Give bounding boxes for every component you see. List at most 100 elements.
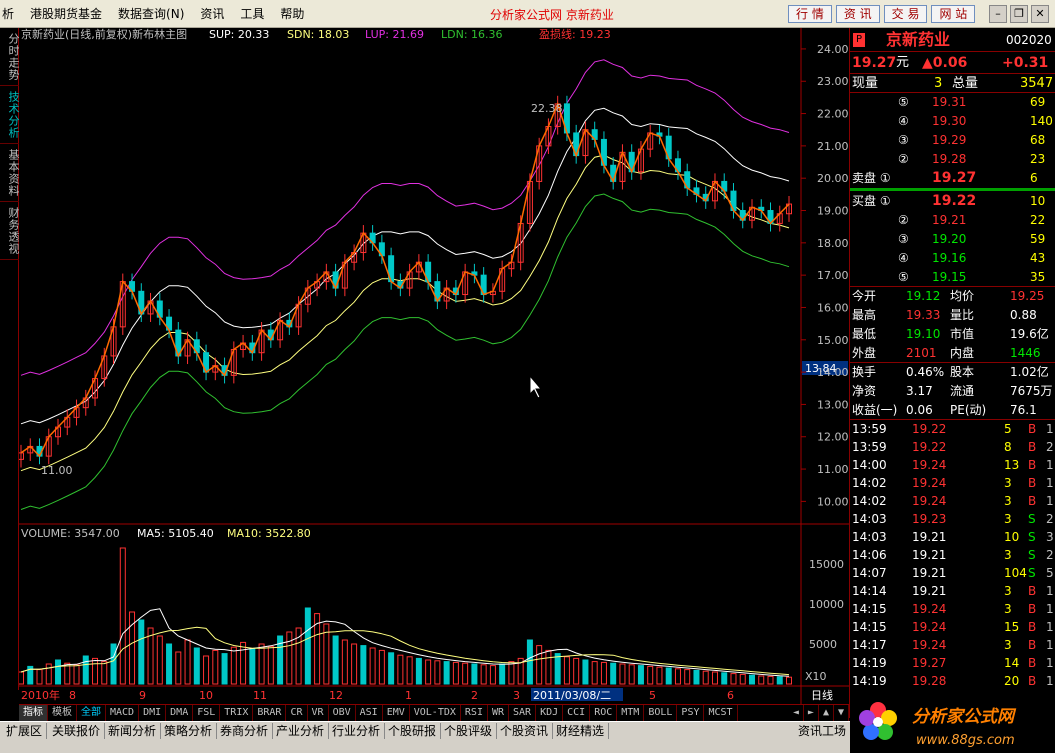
- price-row: 19.27 元 ▲0.06 +0.31: [850, 52, 1055, 74]
- tick-count: 1: [1046, 584, 1054, 598]
- indicator-tab-指标[interactable]: 指标: [19, 705, 48, 721]
- indicator-tab-wr[interactable]: WR: [488, 705, 510, 721]
- sell-volume: 69: [1030, 95, 1046, 109]
- tick-row: 14:19 19.27 14 B 1: [850, 654, 1055, 672]
- status-tab-8[interactable]: 个股评级: [440, 723, 498, 739]
- minimize-icon[interactable]: –: [989, 5, 1007, 23]
- right-arrow-icon[interactable]: ►: [804, 705, 819, 721]
- menu-item-hk-futures[interactable]: 港股期货基金: [22, 5, 110, 22]
- indicator-tab-boll[interactable]: BOLL: [644, 705, 678, 721]
- indicator-tab-kdj[interactable]: KDJ: [536, 705, 564, 721]
- menu-item-data-query[interactable]: 数据查询(N): [110, 5, 192, 22]
- indicator-tab-sar[interactable]: SAR: [509, 705, 537, 721]
- zoom-in-icon[interactable]: ▲: [819, 705, 834, 721]
- stat-label: 最高: [852, 308, 877, 322]
- stoploss-label: 盈损线: 19.23: [539, 28, 611, 41]
- tab-financials[interactable]: 财务透视: [0, 202, 20, 260]
- buy-price: 19.15: [932, 270, 967, 284]
- indicator-tab-mcst[interactable]: MCST: [704, 705, 738, 721]
- indicator-tab-trix[interactable]: TRIX: [220, 705, 254, 721]
- tick-count: 1: [1046, 476, 1054, 490]
- indicator-tab-psy[interactable]: PSY: [677, 705, 705, 721]
- indicator-tab-obv[interactable]: OBV: [329, 705, 356, 721]
- date-tick-label: 8: [69, 689, 76, 702]
- tick-count: 1: [1046, 674, 1054, 688]
- trade-button[interactable]: 交 易: [883, 5, 928, 23]
- tick-side: B: [1028, 584, 1037, 598]
- status-tab-0[interactable]: 扩展区: [2, 723, 48, 739]
- website-button[interactable]: 网 站: [931, 5, 976, 23]
- tick-side: B: [1028, 476, 1037, 490]
- tick-row: 14:17 19.24 3 B 1: [850, 636, 1055, 654]
- menu-item-tools[interactable]: 工具: [232, 5, 272, 22]
- indicator-bar: 指标 模板 全部 MACD DMI DMA FSL TRIX BRAR CR VR OBV ASI EMV…: [19, 704, 849, 721]
- status-tab-6[interactable]: 行业分析: [328, 723, 386, 739]
- indicator-tab-mtm[interactable]: MTM: [617, 705, 645, 721]
- tick-count: 2: [1046, 512, 1054, 526]
- status-tab-11[interactable]: 资讯工场: [794, 723, 852, 739]
- left-arrow-icon[interactable]: ◄: [789, 705, 804, 721]
- status-tab-10[interactable]: 财经精选: [552, 723, 610, 739]
- status-tab-3[interactable]: 策略分析: [160, 723, 218, 739]
- indicator-tab-emv[interactable]: EMV: [383, 705, 410, 721]
- buy-volume: 22: [1030, 213, 1046, 227]
- quote-button[interactable]: 行 情: [788, 5, 832, 23]
- tick-side: B: [1028, 494, 1037, 508]
- stats-box: 今开 19.12 均价 19.25 最高 19.33 量比 0.88 最低 19.10 市值 19.6…: [850, 287, 1055, 420]
- indicator-tab-模板[interactable]: 模板: [48, 705, 77, 721]
- tick-count: 1: [1046, 602, 1054, 616]
- indicator-tab-fsl[interactable]: FSL: [193, 705, 221, 721]
- indicator-tab-vol-tdx[interactable]: VOL-TDX: [410, 705, 461, 721]
- indicator-tab-cr[interactable]: CR: [286, 705, 308, 721]
- indicator-tab-全部[interactable]: 全部: [77, 705, 106, 721]
- indicator-tab-cci[interactable]: CCI: [563, 705, 591, 721]
- period-label[interactable]: 日线: [811, 688, 833, 702]
- indicator-tab-dmi[interactable]: DMI: [139, 705, 167, 721]
- stock-name-row: P 京新药业 002020: [850, 28, 1055, 52]
- indicator-tab-vr[interactable]: VR: [308, 705, 329, 721]
- buy-price: 19.16: [932, 251, 967, 265]
- zoom-out-icon[interactable]: ▼: [834, 705, 849, 721]
- volume-bar: [637, 665, 644, 685]
- tick-price: 19.22: [912, 422, 947, 436]
- tick-price: 19.28: [912, 674, 947, 688]
- status-tab-7[interactable]: 个股研报: [384, 723, 442, 739]
- indicator-tab-asi[interactable]: ASI: [356, 705, 383, 721]
- tick-row: 14:06 19.21 3 S 2: [850, 546, 1055, 564]
- stat-value: 19.6亿: [1010, 327, 1049, 341]
- sell-row: ④ 19.30 140: [850, 112, 1055, 131]
- close-icon[interactable]: ✕: [1031, 5, 1049, 23]
- status-tab-1[interactable]: 关联报价: [48, 723, 106, 739]
- restore-icon[interactable]: ❐: [1010, 5, 1028, 23]
- menu-item-help[interactable]: 帮助: [272, 5, 312, 22]
- indicator-tab-dma[interactable]: DMA: [166, 705, 194, 721]
- status-tab-2[interactable]: 新闻分析: [104, 723, 162, 739]
- tick-list[interactable]: 13:59 19.22 5 B 1 13:59 19.22 8 B 2 14:00 19.24 13 B 1…: [850, 420, 1055, 690]
- volume-bar: [221, 653, 228, 685]
- tab-timeshare[interactable]: 分时走势: [0, 28, 20, 86]
- price-change-pct: +0.31: [1002, 55, 1049, 71]
- tab-technical[interactable]: 技术分析: [0, 86, 20, 144]
- stat-label: 今开: [852, 289, 877, 303]
- indicator-tab-rsi[interactable]: RSI: [461, 705, 488, 721]
- tick-time: 13:59: [852, 440, 887, 454]
- tick-time: 14:02: [852, 494, 887, 508]
- volume-bar: [55, 659, 62, 685]
- indicator-tab-macd[interactable]: MACD: [106, 705, 140, 721]
- tab-fundamentals[interactable]: 基本资料: [0, 144, 20, 202]
- volume-bar: [582, 659, 589, 685]
- menu-item-news[interactable]: 资讯: [192, 5, 232, 22]
- kline-chart[interactable]: 京新药业(日线,前复权)新布林主图 SUP: 20.33 SDN: 18.03 …: [19, 28, 849, 704]
- status-tab-9[interactable]: 个股资讯: [496, 723, 554, 739]
- status-tab-5[interactable]: 产业分析: [272, 723, 330, 739]
- status-tab-4[interactable]: 券商分析: [216, 723, 274, 739]
- sup-label: SUP: 20.33: [209, 28, 269, 41]
- buy-row: ② 19.21 22: [850, 211, 1055, 230]
- indicator-tab-roc[interactable]: ROC: [590, 705, 618, 721]
- indicator-tab-brar[interactable]: BRAR: [253, 705, 287, 721]
- menu-item-analysis[interactable]: 析: [0, 5, 22, 22]
- tick-count: 1: [1046, 656, 1054, 670]
- price-tick-label: 10.00: [817, 495, 849, 508]
- news-button[interactable]: 资 讯: [835, 5, 880, 23]
- date-tick-label: 10: [199, 689, 213, 702]
